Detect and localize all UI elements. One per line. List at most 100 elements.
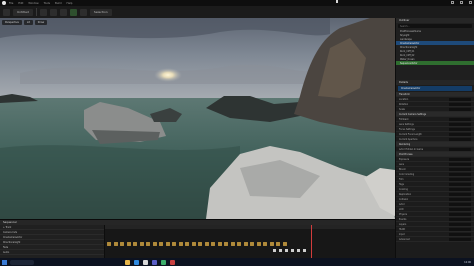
store-icon[interactable] xyxy=(161,259,166,265)
settings-icon[interactable] xyxy=(79,8,87,16)
property-value-field[interactable] xyxy=(449,192,471,196)
add-actor-icon[interactable] xyxy=(39,8,47,16)
keyframe[interactable] xyxy=(230,242,235,246)
keyframe[interactable] xyxy=(126,242,131,246)
details-property-row[interactable]: Advanced xyxy=(396,237,474,242)
property-value-field[interactable] xyxy=(449,167,471,171)
keyframe[interactable] xyxy=(139,242,144,246)
property-value-field[interactable] xyxy=(449,222,471,226)
skip-forward-icon[interactable] xyxy=(297,249,300,252)
step-forward-icon[interactable] xyxy=(291,249,294,252)
viewport-perspective-button[interactable]: Perspective xyxy=(2,20,22,25)
keyframe[interactable] xyxy=(159,242,163,246)
cinematics-icon[interactable] xyxy=(59,8,67,16)
property-value-field[interactable] xyxy=(449,237,471,241)
step-back-icon[interactable] xyxy=(279,249,282,252)
keyframe[interactable] xyxy=(191,242,196,246)
property-value-field[interactable] xyxy=(449,107,471,111)
keyframe[interactable] xyxy=(198,242,202,246)
outliner-title[interactable]: Outliner xyxy=(396,18,474,23)
property-value-field[interactable] xyxy=(449,127,471,131)
keyframe[interactable] xyxy=(152,242,157,246)
property-value-field[interactable] xyxy=(449,97,471,101)
keyframe[interactable] xyxy=(146,242,150,246)
keyframe[interactable] xyxy=(120,242,124,246)
chat-app-icon[interactable] xyxy=(152,259,157,265)
property-value-field[interactable] xyxy=(449,132,471,136)
unreal-editor-icon[interactable] xyxy=(143,259,148,265)
menu-item-build[interactable]: Build xyxy=(55,2,62,5)
property-value-field[interactable] xyxy=(449,117,471,121)
property-value-field[interactable] xyxy=(449,147,471,151)
keyframe[interactable] xyxy=(204,242,209,246)
menu-item-file[interactable]: File xyxy=(9,2,13,5)
blueprint-icon[interactable] xyxy=(49,8,57,16)
outliner-search-input[interactable]: Search... xyxy=(398,24,472,28)
keyframe[interactable] xyxy=(217,242,222,246)
menu-item-window[interactable]: Window xyxy=(28,2,38,5)
viewport-lit-button[interactable]: Lit xyxy=(23,20,33,25)
property-value-field[interactable] xyxy=(449,102,471,106)
keyframe[interactable] xyxy=(133,242,137,246)
playhead[interactable] xyxy=(311,225,312,259)
keyframe[interactable] xyxy=(256,242,261,246)
property-value-field[interactable] xyxy=(449,187,471,191)
level-tab[interactable]: Untitled xyxy=(13,8,33,16)
close-icon[interactable] xyxy=(469,1,472,4)
property-value-field[interactable] xyxy=(449,202,471,206)
menu-item-edit[interactable]: Edit xyxy=(18,2,23,5)
keyframe[interactable] xyxy=(172,242,176,246)
play-icon[interactable] xyxy=(69,8,77,16)
property-value-field[interactable] xyxy=(449,137,471,141)
start-icon[interactable] xyxy=(2,259,7,265)
loop-icon[interactable] xyxy=(303,249,306,252)
maximize-icon[interactable] xyxy=(460,1,463,4)
keyframe[interactable] xyxy=(113,242,118,246)
viewport-show-button[interactable]: Show xyxy=(34,20,48,25)
outliner-row[interactable]: SequencerActor xyxy=(396,61,474,65)
keyframe[interactable] xyxy=(282,242,287,246)
keyframe[interactable] xyxy=(185,242,189,246)
keyframe[interactable] xyxy=(269,242,274,246)
menu-item-help[interactable]: Help xyxy=(67,2,73,5)
property-value-field[interactable] xyxy=(449,162,471,166)
property-value-field[interactable] xyxy=(449,122,471,126)
keyframe[interactable] xyxy=(243,242,248,246)
play-pause-icon[interactable] xyxy=(285,249,288,252)
minimize-icon[interactable] xyxy=(451,1,454,4)
property-value-field[interactable] xyxy=(449,207,471,211)
level-viewport[interactable]: Perspective Lit Show xyxy=(0,18,395,219)
taskbar-search-input[interactable] xyxy=(10,259,34,265)
skip-back-icon[interactable] xyxy=(273,249,276,252)
sequencer-timeline[interactable] xyxy=(105,225,395,259)
browser-icon[interactable] xyxy=(134,259,139,265)
property-value-field[interactable] xyxy=(449,217,471,221)
property-value-field[interactable] xyxy=(449,227,471,231)
mode-tab[interactable]: Selection xyxy=(89,8,112,16)
keyframe[interactable] xyxy=(250,242,254,246)
property-value-field[interactable] xyxy=(449,172,471,176)
property-value-field[interactable] xyxy=(449,212,471,216)
sequencer-track[interactable]: Audio xyxy=(0,250,104,255)
property-value-field[interactable] xyxy=(449,197,471,201)
keyframe[interactable] xyxy=(263,242,267,246)
keyframe[interactable] xyxy=(237,242,241,246)
property-value-field[interactable] xyxy=(449,232,471,236)
selected-component[interactable]: CineCameraActor xyxy=(398,86,472,91)
property-value-field[interactable] xyxy=(449,157,471,161)
property-value-field[interactable] xyxy=(449,182,471,186)
keyframe[interactable] xyxy=(165,242,170,246)
file-explorer-icon[interactable] xyxy=(125,259,130,265)
keyframe[interactable] xyxy=(224,242,228,246)
keyframe[interactable] xyxy=(107,242,111,246)
property-value-field[interactable] xyxy=(449,177,471,181)
timeline-ruler[interactable] xyxy=(105,225,395,229)
details-title[interactable]: Details xyxy=(396,80,474,85)
media-app-icon[interactable] xyxy=(170,259,175,265)
keyframe[interactable] xyxy=(276,242,280,246)
os-taskbar: 12:00 xyxy=(0,258,474,266)
keyframe[interactable] xyxy=(178,242,183,246)
keyframe[interactable] xyxy=(211,242,215,246)
save-icon[interactable] xyxy=(3,8,10,16)
menu-item-tools[interactable]: Tools xyxy=(44,2,50,5)
